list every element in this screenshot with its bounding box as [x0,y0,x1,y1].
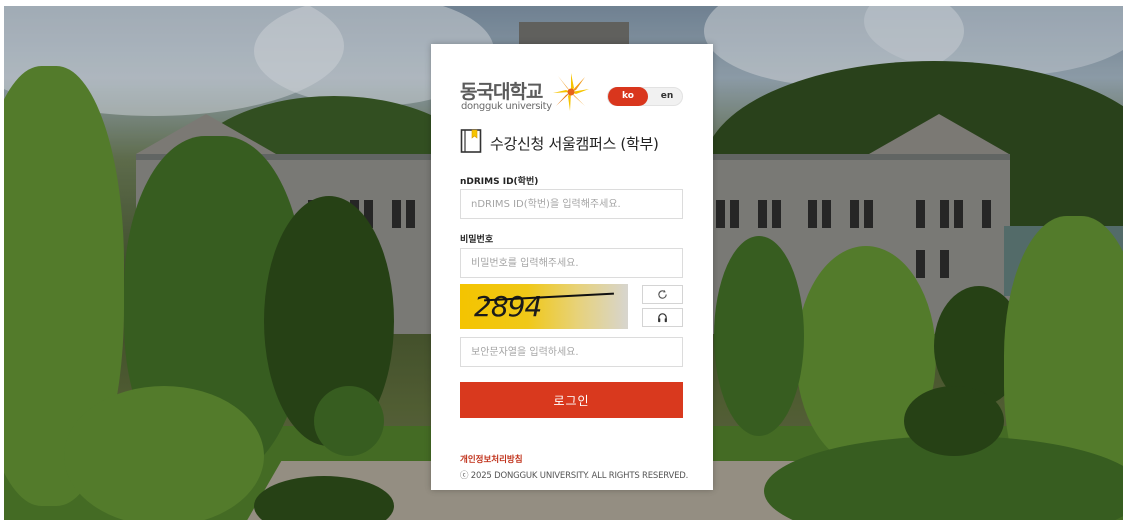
copyright-text: ⓒ 2025 DONGGUK UNIVERSITY. ALL RIGHTS RE… [460,471,689,481]
login-card: 동국대학교 dongguk university ko en 수강신청 서울캠퍼… [431,44,713,490]
headphones-icon [658,313,667,323]
login-button[interactable]: 로그인 [460,382,683,418]
id-label: nDRIMS ID(학번) [460,177,539,187]
password-label: 비밀번호 [460,235,494,245]
language-toggle[interactable]: ko en [607,87,683,106]
privacy-policy-link[interactable]: 개인정보처리방침 [460,453,523,465]
captcha-text: 2894 [474,290,542,323]
logo-name-english: dongguk university [461,101,552,112]
captcha-image: 2894 [460,284,628,329]
university-emblem-icon [553,73,589,111]
language-en-button[interactable]: en [650,87,684,106]
book-bookmark-icon [460,129,482,153]
logo-name-korean: 동국대학교 [460,81,543,103]
captcha-input[interactable] [460,337,683,367]
refresh-icon [658,289,667,299]
captcha-refresh-button[interactable] [642,285,683,304]
page-title: 수강신청 서울캠퍼스 (학부) [490,135,659,153]
id-input[interactable] [460,189,683,219]
language-ko-button[interactable]: ko [608,87,648,106]
captcha-audio-button[interactable] [642,308,683,327]
password-input[interactable] [460,248,683,278]
